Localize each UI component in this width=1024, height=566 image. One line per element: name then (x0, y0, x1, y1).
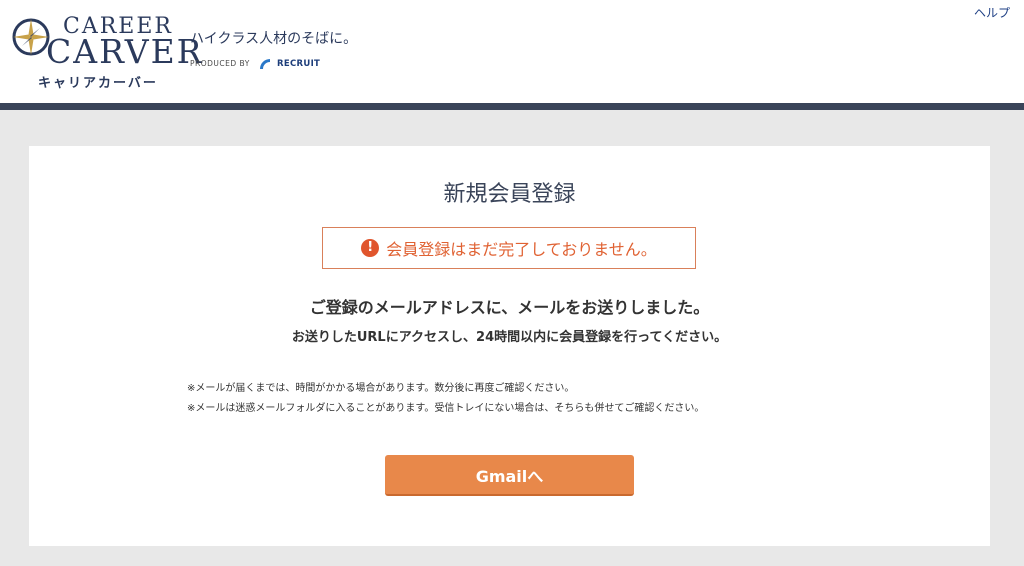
exclamation-icon: ! (361, 239, 380, 257)
tagline: ハイクラス人材のそばに。 (190, 31, 358, 47)
logo-text-carver: CARVER (46, 32, 204, 71)
recruit-logo-icon (259, 58, 270, 69)
email-sent-message: ご登録のメールアドレスに、メールをお送りしました。 (309, 298, 710, 317)
produced-by-label: PRODUCED BY (190, 59, 250, 68)
note-spam-folder: ※メールは迷惑メールフォルダに入ることがあります。受信トレイにない場合は、そちら… (187, 403, 705, 414)
open-gmail-button[interactable]: Gmailへ (385, 455, 634, 496)
career-carver-logo[interactable]: CAREER CARVER キャリアカーバー (10, 14, 202, 91)
produced-by-recruit: PRODUCED BY RECRUIT (190, 53, 320, 72)
header-divider (0, 103, 1024, 110)
incomplete-alert: ! 会員登録はまだ完了しておりません。 (322, 227, 696, 269)
help-link[interactable]: ヘルプ (974, 4, 1010, 21)
recruit-logo-text: RECRUIT (277, 58, 321, 69)
access-url-instruction: お送りしたURLにアクセスし、24時間以内に会員登録を行ってください。 (291, 330, 728, 345)
registration-card: 新規会員登録 ! 会員登録はまだ完了しておりません。 ご登録のメールアドレスに、… (29, 146, 990, 546)
logo-text-kana: キャリアカーバー (38, 76, 158, 91)
note-delivery-delay: ※メールが届くまでは、時間がかかる場合があります。数分後に再度ご確認ください。 (187, 383, 575, 394)
site-header: CAREER CARVER キャリアカーバー ハイクラス人材のそばに。 PROD… (0, 0, 1024, 103)
alert-text: 会員登録はまだ完了しておりません。 (386, 240, 657, 259)
page-title: 新規会員登録 (443, 182, 576, 207)
